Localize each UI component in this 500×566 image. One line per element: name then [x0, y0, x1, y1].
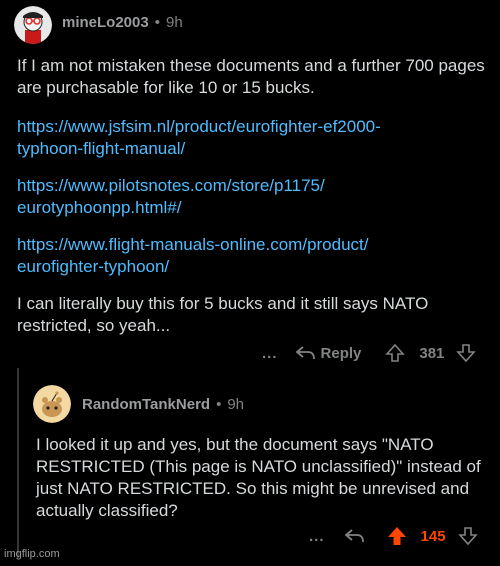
separator-dot: •	[154, 14, 160, 31]
link-line: eurofighter-typhoon/	[17, 257, 170, 276]
reply-label: Reply	[320, 344, 362, 362]
snoo-avatar-icon	[33, 385, 71, 423]
vote-score: 145	[420, 527, 446, 545]
downvote-icon[interactable]	[456, 343, 477, 363]
separator-dot: •	[216, 396, 222, 413]
reply-arrow-icon[interactable]	[344, 528, 365, 544]
comment-actions: ... Reply 381	[262, 343, 477, 363]
comment-paragraph: If I am not mistaken these documents and…	[17, 56, 485, 97]
comment-meta: mineLo2003 • 9h	[62, 14, 183, 31]
thread-line[interactable]	[17, 368, 19, 558]
username[interactable]: mineLo2003	[62, 14, 149, 31]
comment-actions: ... 145	[309, 526, 478, 546]
link-line: https://www.pilotsnotes.com/store/p1175/	[17, 176, 325, 195]
link-line: typhoon-flight-manual/	[17, 139, 186, 158]
watermark: imgflip.com	[4, 548, 60, 560]
comment-paragraph: I looked it up and yes, but the document…	[36, 435, 481, 520]
downvote-icon[interactable]	[457, 526, 478, 546]
vote-score: 381	[419, 344, 445, 362]
upvote-icon[interactable]	[387, 526, 407, 546]
link-line: eurotyphoonpp.html#/	[17, 198, 182, 217]
avatar[interactable]	[33, 385, 71, 423]
nerd-avatar-icon	[14, 6, 52, 44]
comment-meta: RandomTankNerd • 9h	[82, 396, 244, 413]
username[interactable]: RandomTankNerd	[82, 396, 210, 413]
timestamp: 9h	[227, 396, 245, 413]
reply-button[interactable]: Reply	[295, 344, 362, 362]
upvote-icon[interactable]	[385, 343, 406, 363]
reply-arrow-icon	[295, 346, 315, 360]
link-jsfsim[interactable]: https://www.jsfsim.nl/product/eurofighte…	[17, 116, 381, 160]
more-options-button[interactable]: ...	[309, 528, 325, 545]
more-options-button[interactable]: ...	[262, 345, 278, 362]
link-line: https://www.jsfsim.nl/product/eurofighte…	[17, 117, 381, 136]
link-flight-manuals[interactable]: https://www.flight-manuals-online.com/pr…	[17, 234, 369, 278]
link-line: https://www.flight-manuals-online.com/pr…	[17, 235, 369, 254]
comment-paragraph: I can literally buy this for 5 bucks and…	[17, 294, 429, 335]
timestamp: 9h	[165, 14, 183, 31]
link-pilotsnotes[interactable]: https://www.pilotsnotes.com/store/p1175/…	[17, 175, 325, 219]
avatar[interactable]	[14, 6, 52, 44]
